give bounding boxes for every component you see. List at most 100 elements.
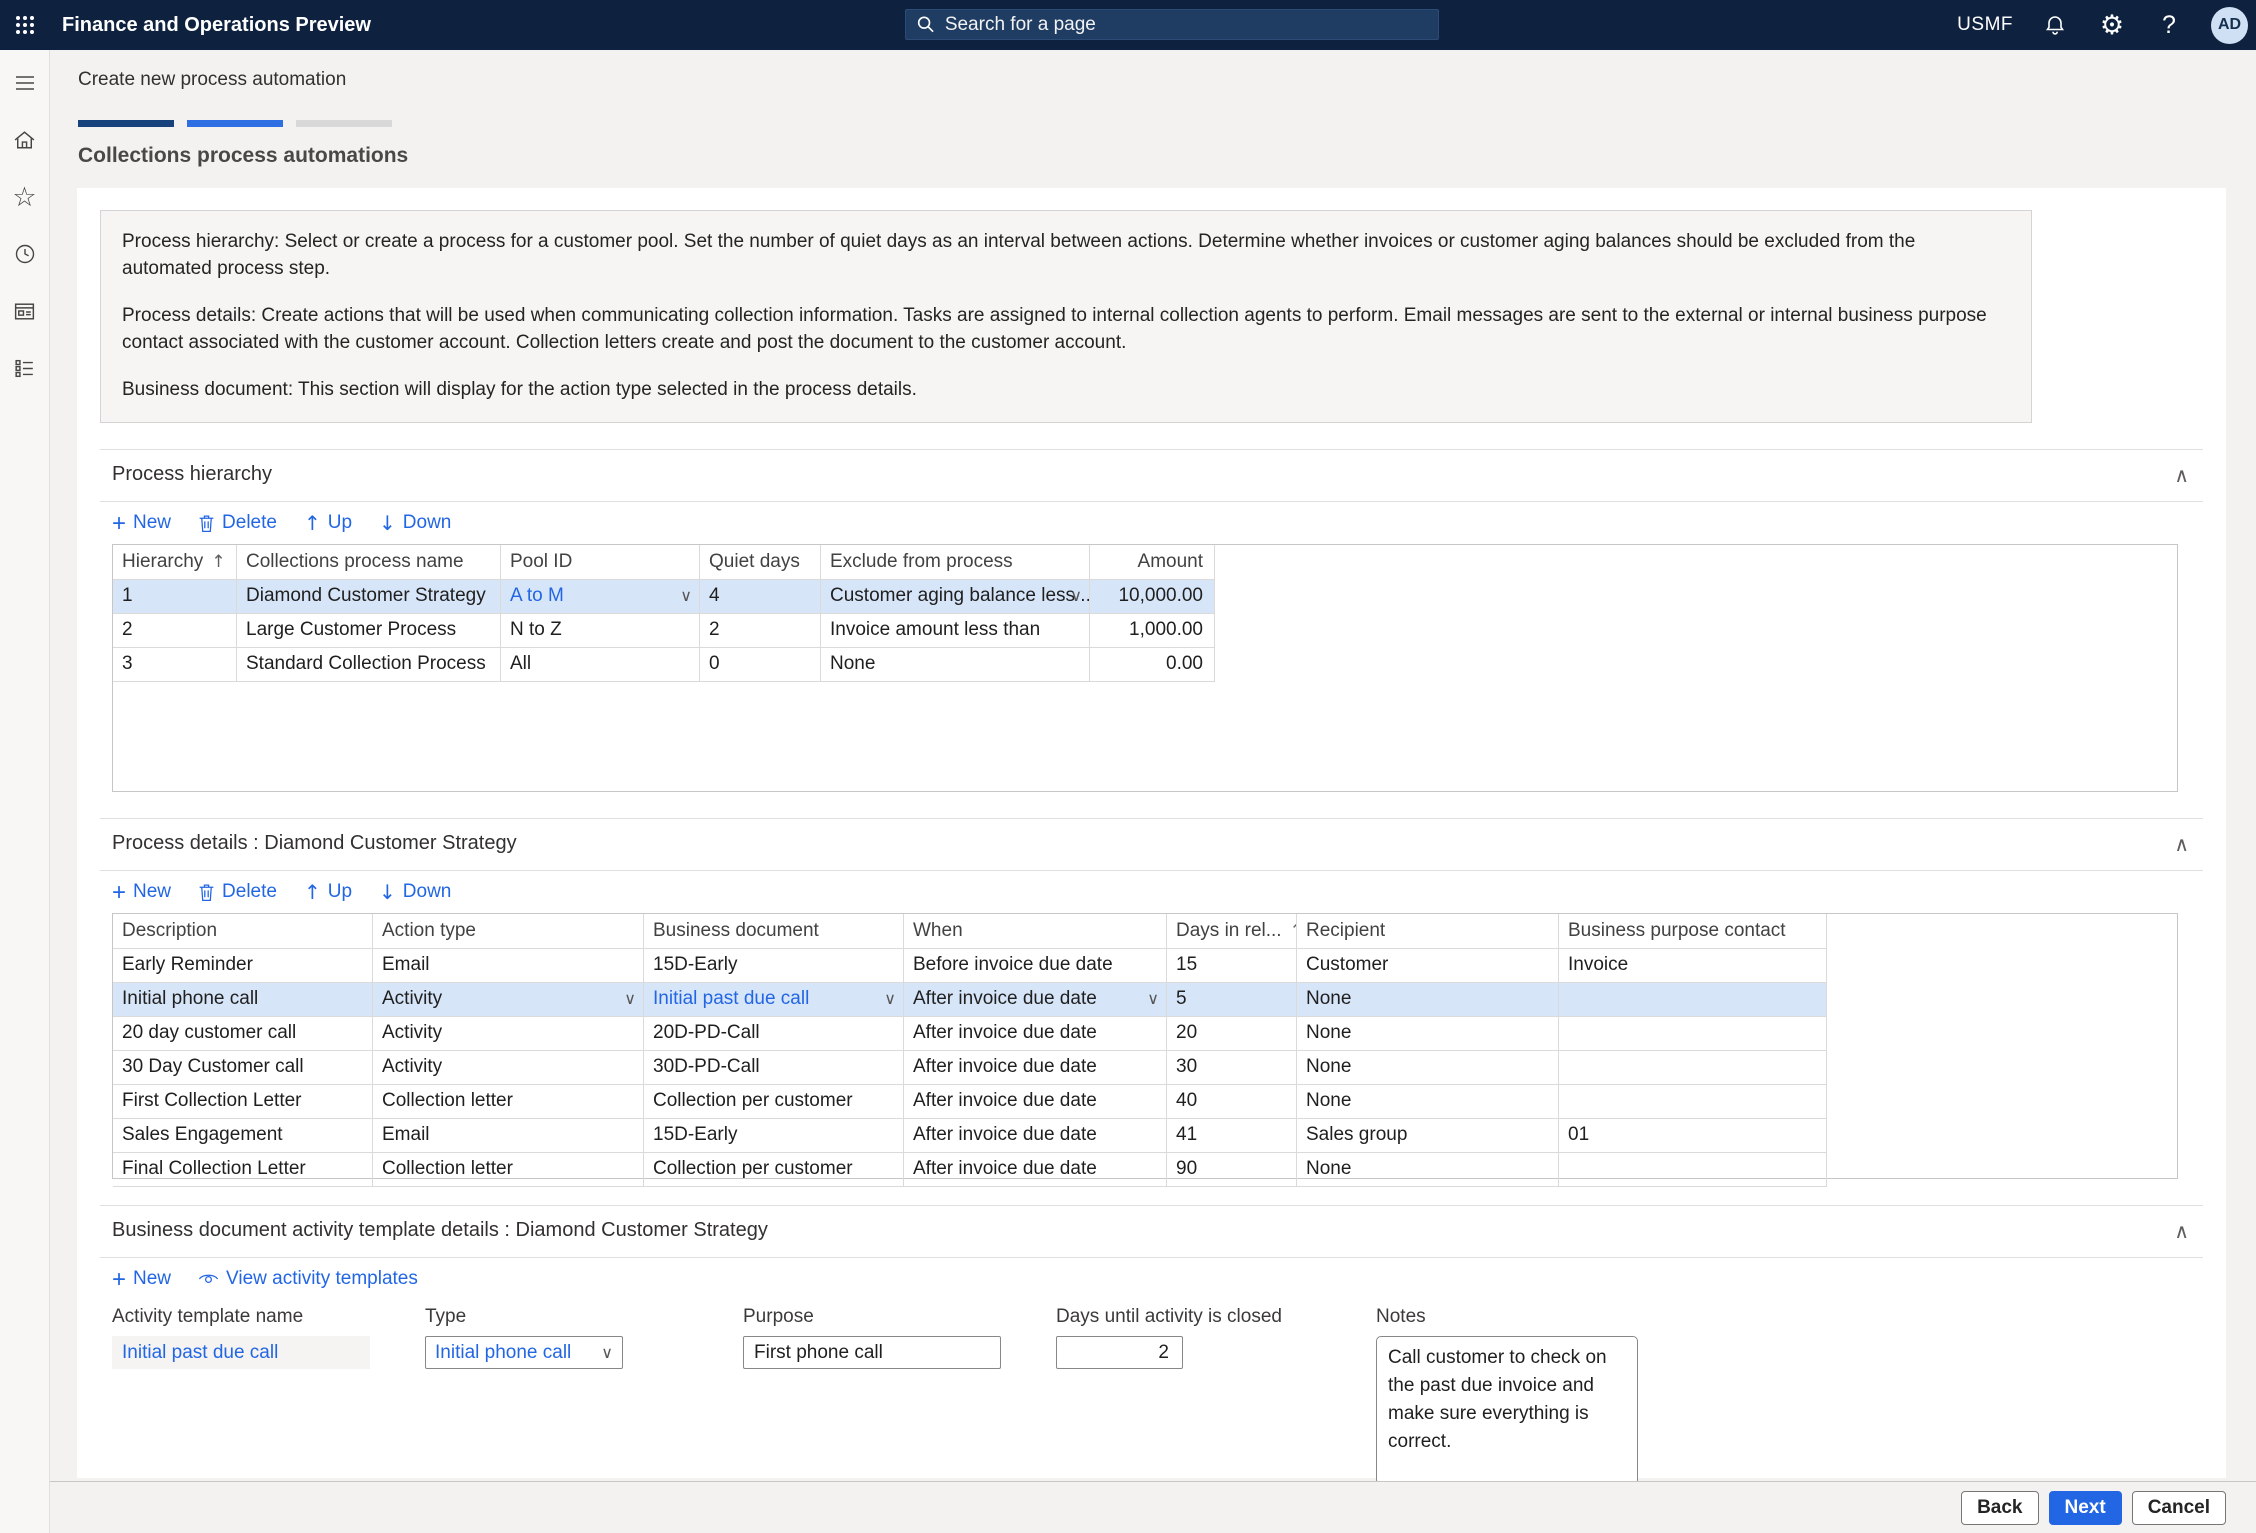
cell-hierarchy[interactable]: 2 [113, 614, 237, 647]
company-selector[interactable]: USMF [1957, 14, 2013, 36]
cell-amount[interactable]: 0.00 [1090, 648, 1215, 681]
cell-quiet-days[interactable]: 2 [700, 614, 821, 647]
search-input[interactable] [945, 14, 1428, 36]
workspaces-icon[interactable] [8, 294, 42, 328]
cell-business-document[interactable]: 20D-PD-Call [644, 1017, 904, 1050]
cell-contact[interactable] [1559, 1017, 1827, 1050]
cell-description[interactable]: 30 Day Customer call [113, 1051, 373, 1084]
cell-process-name[interactable]: Large Customer Process [237, 614, 501, 647]
pool-id-dropdown[interactable]: A to M∨ [501, 580, 700, 613]
column-header-amount[interactable]: Amount [1090, 545, 1215, 579]
business-document-dropdown[interactable]: Initial past due call∨ [644, 983, 904, 1016]
purpose-input[interactable] [743, 1336, 1001, 1369]
cell-action-type[interactable]: Activity [373, 1017, 644, 1050]
cell-contact[interactable]: 01 [1559, 1119, 1827, 1152]
type-dropdown[interactable]: Initial phone call ∨ [425, 1336, 623, 1369]
cell-contact[interactable] [1559, 1153, 1827, 1186]
back-button[interactable]: Back [1961, 1491, 2038, 1525]
cell-recipient[interactable]: Customer [1297, 949, 1559, 982]
hamburger-menu-icon[interactable] [8, 66, 42, 100]
column-header-name[interactable]: Collections process name [237, 545, 501, 579]
collapse-section-icon[interactable]: ∧ [2174, 834, 2189, 854]
column-header-business-document[interactable]: Business document [644, 914, 904, 948]
cell-contact[interactable] [1559, 1051, 1827, 1084]
column-header-days[interactable]: Days in rel...↑ [1167, 914, 1297, 948]
table-row[interactable]: 2 Large Customer Process N to Z 2 Invoic… [113, 614, 1215, 648]
cell-hierarchy[interactable]: 3 [113, 648, 237, 681]
when-dropdown[interactable]: After invoice due date∨ [904, 983, 1167, 1016]
notes-textarea[interactable]: Call customer to check on the past due i… [1376, 1336, 1638, 1485]
table-row[interactable]: 30 Day Customer call Activity 30D-PD-Cal… [113, 1051, 1827, 1085]
notifications-bell-icon[interactable] [2040, 10, 2070, 40]
column-header-action-type[interactable]: Action type [373, 914, 644, 948]
cell-days[interactable]: 40 [1167, 1085, 1297, 1118]
action-type-dropdown[interactable]: Activity∨ [373, 983, 644, 1016]
settings-gear-icon[interactable]: ⚙ [2097, 10, 2127, 40]
cell-description[interactable]: 20 day customer call [113, 1017, 373, 1050]
cell-recipient[interactable]: None [1297, 1017, 1559, 1050]
table-row[interactable]: First Collection Letter Collection lette… [113, 1085, 1827, 1119]
column-header-hierarchy[interactable]: Hierarchy↑ [113, 545, 237, 579]
page-search-box[interactable] [905, 9, 1439, 40]
cell-business-document[interactable]: 15D-Early [644, 949, 904, 982]
cell-description[interactable]: Initial phone call [113, 983, 373, 1016]
cell-description[interactable]: Sales Engagement [113, 1119, 373, 1152]
column-header-contact[interactable]: Business purpose contact [1559, 914, 1827, 948]
new-button[interactable]: +New [112, 512, 171, 534]
view-activity-templates-button[interactable]: View activity templates [198, 1268, 418, 1290]
cell-recipient[interactable]: Sales group [1297, 1119, 1559, 1152]
move-down-button[interactable]: ↓Down [379, 881, 451, 903]
cell-exclude[interactable]: None [821, 648, 1090, 681]
collapse-section-icon[interactable]: ∧ [2174, 1221, 2189, 1241]
cell-days[interactable]: 41 [1167, 1119, 1297, 1152]
exclude-dropdown[interactable]: Customer aging balance less ..∨ [821, 580, 1090, 613]
app-launcher-waffle-icon[interactable] [0, 0, 50, 50]
cell-description[interactable]: Final Collection Letter [113, 1153, 373, 1186]
column-header-description[interactable]: Description [113, 914, 373, 948]
cell-action-type[interactable]: Activity [373, 1051, 644, 1084]
column-header-quiet-days[interactable]: Quiet days [700, 545, 821, 579]
table-row[interactable]: Final Collection Letter Collection lette… [113, 1153, 1827, 1187]
cell-days[interactable]: 30 [1167, 1051, 1297, 1084]
cell-amount[interactable]: 1,000.00 [1090, 614, 1215, 647]
table-row[interactable]: 1 Diamond Customer Strategy A to M∨ 4 Cu… [113, 580, 1215, 614]
home-icon[interactable] [8, 123, 42, 157]
cell-days[interactable]: 15 [1167, 949, 1297, 982]
cell-hierarchy[interactable]: 1 [113, 580, 237, 613]
cell-when[interactable]: Before invoice due date [904, 949, 1167, 982]
cell-quiet-days[interactable]: 4 [700, 580, 821, 613]
cell-days[interactable]: 5 [1167, 983, 1297, 1016]
cell-contact[interactable] [1559, 1085, 1827, 1118]
cell-when[interactable]: After invoice due date [904, 1153, 1167, 1186]
cell-days[interactable]: 90 [1167, 1153, 1297, 1186]
cell-process-name[interactable]: Standard Collection Process [237, 648, 501, 681]
collapse-section-icon[interactable]: ∧ [2174, 465, 2189, 485]
move-up-button[interactable]: ↑Up [304, 881, 352, 903]
table-row[interactable]: 3 Standard Collection Process All 0 None… [113, 648, 1215, 682]
cell-recipient[interactable]: None [1297, 1051, 1559, 1084]
cell-business-document[interactable]: Collection per customer [644, 1153, 904, 1186]
delete-button[interactable]: Delete [198, 881, 277, 903]
help-icon[interactable]: ? [2154, 10, 2184, 40]
cell-description[interactable]: Early Reminder [113, 949, 373, 982]
cell-contact[interactable]: Invoice [1559, 949, 1827, 982]
new-button[interactable]: +New [112, 881, 171, 903]
table-row[interactable]: Sales Engagement Email 15D-Early After i… [113, 1119, 1827, 1153]
new-button[interactable]: +New [112, 1268, 171, 1290]
cell-when[interactable]: After invoice due date [904, 1051, 1167, 1084]
cell-when[interactable]: After invoice due date [904, 1085, 1167, 1118]
user-avatar[interactable]: AD [2211, 7, 2248, 44]
cell-pool-id[interactable]: N to Z [501, 614, 700, 647]
cell-recipient[interactable]: None [1297, 1085, 1559, 1118]
cell-action-type[interactable]: Email [373, 949, 644, 982]
cell-when[interactable]: After invoice due date [904, 1119, 1167, 1152]
cell-when[interactable]: After invoice due date [904, 1017, 1167, 1050]
cell-description[interactable]: First Collection Letter [113, 1085, 373, 1118]
cell-contact[interactable] [1559, 983, 1827, 1016]
cell-recipient[interactable]: None [1297, 983, 1559, 1016]
cell-amount[interactable]: 10,000.00 [1090, 580, 1215, 613]
favorites-star-icon[interactable]: ☆ [8, 180, 42, 214]
delete-button[interactable]: Delete [198, 512, 277, 534]
next-button[interactable]: Next [2049, 1491, 2122, 1525]
cell-exclude[interactable]: Invoice amount less than [821, 614, 1090, 647]
